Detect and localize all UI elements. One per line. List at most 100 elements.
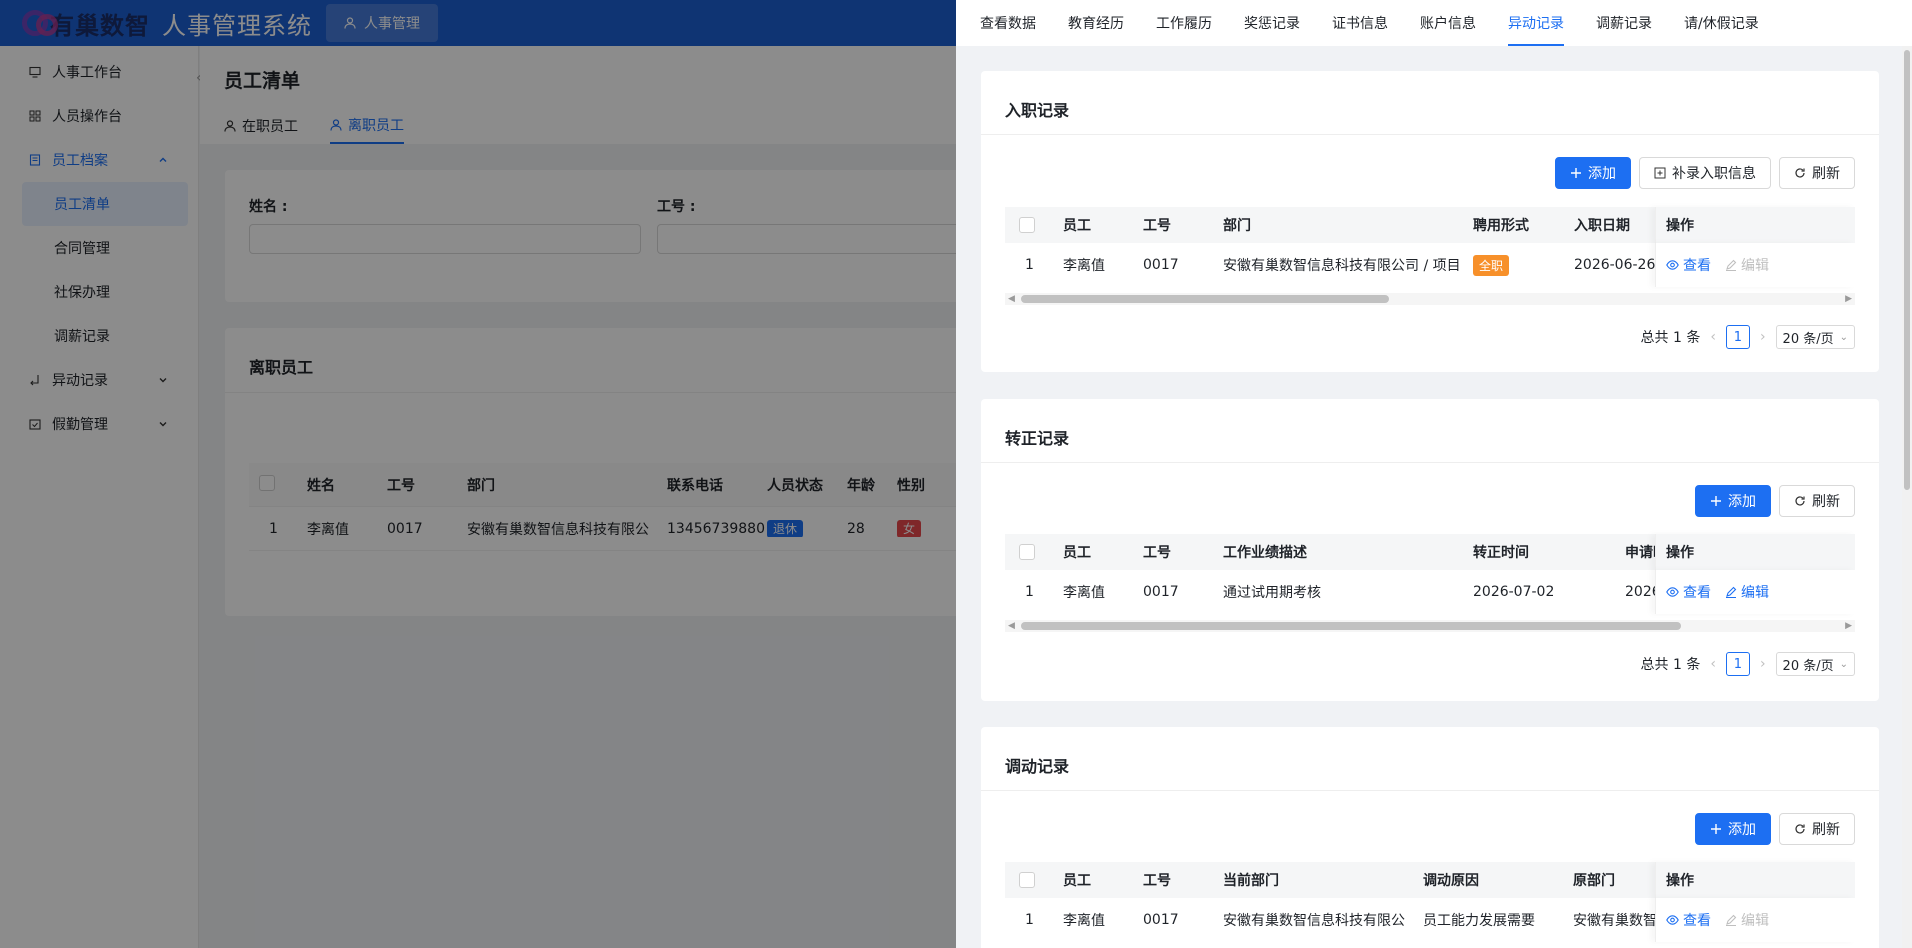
edit-link[interactable]: 编辑 xyxy=(1725,910,1769,930)
plus-icon xyxy=(1711,496,1721,506)
column-header: 工号 xyxy=(1143,534,1171,570)
column-header: 转正时间 xyxy=(1473,534,1529,570)
table-row[interactable]: 1 李离值 0017 安徽有巢数智信息科技有限公司 / 项目 全职 2026-0… xyxy=(1005,243,1855,287)
row-actions: 查看 编辑 xyxy=(1655,570,1855,614)
total-count: 总共 1 条 xyxy=(1640,330,1701,346)
plus-icon xyxy=(1571,168,1581,178)
column-header-actions: 操作 xyxy=(1655,534,1855,570)
row-actions: 查看 编辑 xyxy=(1655,898,1855,942)
transfer-section: 调动记录 添加 刷新 员工 工号 当前部门 调动原因 原部门 操作 1 李离值 … xyxy=(981,727,1879,948)
page-number[interactable]: 1 xyxy=(1725,325,1750,349)
refresh-icon xyxy=(1795,824,1805,834)
horizontal-scrollbar[interactable]: ◀ ▶ xyxy=(1005,620,1855,632)
link-label: 查看 xyxy=(1683,913,1711,929)
drawer-tabs: 查看数据 教育经历 工作履历 奖惩记录 证书信息 账户信息 异动记录 调薪记录 … xyxy=(956,0,1912,46)
scroll-thumb[interactable] xyxy=(1904,50,1910,490)
edit-icon xyxy=(1726,586,1737,598)
tab-work-history[interactable]: 工作履历 xyxy=(1156,0,1212,46)
regular-table: 员工 工号 工作业绩描述 转正时间 申请时 操作 1 李离值 0017 通过试用… xyxy=(1005,534,1855,614)
select-all-checkbox[interactable] xyxy=(1019,217,1035,233)
edit-link[interactable]: 编辑 xyxy=(1725,582,1769,602)
cell-id: 0017 xyxy=(1143,257,1179,273)
column-header-actions: 操作 xyxy=(1655,207,1855,243)
divider xyxy=(981,462,1879,463)
scroll-left-icon[interactable]: ◀ xyxy=(1008,621,1015,631)
tab-leave[interactable]: 请/休假记录 xyxy=(1684,0,1759,46)
transfer-actions: 添加 刷新 xyxy=(1695,813,1855,845)
add-button[interactable]: 添加 xyxy=(1695,813,1771,845)
button-label: 刷新 xyxy=(1812,494,1840,510)
link-label: 查看 xyxy=(1683,585,1711,601)
table-row[interactable]: 1 李离值 0017 安徽有巢数智信息科技有限公 员工能力发展需要 安徽有巢数智… xyxy=(1005,898,1855,942)
refresh-button[interactable]: 刷新 xyxy=(1779,813,1855,845)
select-all-checkbox[interactable] xyxy=(1019,544,1035,560)
cell-origin-dept: 安徽有巢数智 xyxy=(1573,913,1657,929)
scroll-left-icon[interactable]: ◀ xyxy=(1008,294,1015,304)
table-row[interactable]: 1 李离值 0017 通过试用期考核 2026-07-02 2026- 查看 编… xyxy=(1005,570,1855,614)
scroll-right-icon[interactable]: ▶ xyxy=(1845,294,1852,304)
cell-dept: 安徽有巢数智信息科技有限公司 / 项目 xyxy=(1223,258,1461,274)
column-header: 员工 xyxy=(1063,218,1091,234)
select-all-checkbox[interactable] xyxy=(1019,872,1035,888)
add-button[interactable]: 添加 xyxy=(1555,157,1631,189)
cell-employee: 李离值 xyxy=(1063,913,1105,929)
column-header: 操作 xyxy=(1666,873,1694,889)
tab-rewards[interactable]: 奖惩记录 xyxy=(1244,0,1300,46)
next-page-icon[interactable]: › xyxy=(1760,656,1766,672)
view-link[interactable]: 查看 xyxy=(1666,910,1711,930)
column-header: 工作业绩描述 xyxy=(1223,534,1307,570)
column-header: 部门 xyxy=(1223,207,1251,243)
page-size-select[interactable]: 20 条/页 ⌄ xyxy=(1775,652,1855,676)
tab-accounts[interactable]: 账户信息 xyxy=(1420,0,1476,46)
view-link[interactable]: 查看 xyxy=(1666,582,1711,602)
entry-record-section: 入职记录 添加 补录入职信息 刷新 员工 工号 部门 聘用形式 入职日期 操作 … xyxy=(981,71,1879,372)
cell-date: 2026-06-26 xyxy=(1574,257,1656,273)
column-header: 聘用形式 xyxy=(1473,207,1529,243)
add-button[interactable]: 添加 xyxy=(1695,485,1771,517)
view-link[interactable]: 查看 xyxy=(1666,255,1711,275)
page-size-value: 20 条/页 xyxy=(1782,658,1834,674)
vertical-scrollbar[interactable] xyxy=(1902,46,1912,948)
transfer-table: 员工 工号 当前部门 调动原因 原部门 操作 1 李离值 0017 安徽有巢数智… xyxy=(1005,862,1855,942)
scroll-thumb[interactable] xyxy=(1021,622,1681,630)
chevron-down-icon: ⌄ xyxy=(1839,331,1848,343)
cell-id: 0017 xyxy=(1143,912,1179,928)
refresh-button[interactable]: 刷新 xyxy=(1779,157,1855,189)
section-title: 入职记录 xyxy=(1005,101,1070,120)
page-number[interactable]: 1 xyxy=(1725,652,1750,676)
scroll-right-icon[interactable]: ▶ xyxy=(1845,621,1852,631)
prev-page-icon[interactable]: ‹ xyxy=(1710,329,1716,345)
section-title: 调动记录 xyxy=(1005,757,1070,776)
scroll-thumb[interactable] xyxy=(1021,295,1389,303)
entry-table: 员工 工号 部门 聘用形式 入职日期 操作 1 李离值 0017 安徽有巢数智信… xyxy=(1005,207,1855,287)
button-label: 添加 xyxy=(1728,494,1756,510)
supplement-entry-button[interactable]: 补录入职信息 xyxy=(1639,157,1771,189)
tab-salary[interactable]: 调薪记录 xyxy=(1596,0,1652,46)
refresh-button[interactable]: 刷新 xyxy=(1779,485,1855,517)
page-size-value: 20 条/页 xyxy=(1782,331,1834,347)
column-header: 员工 xyxy=(1063,873,1091,889)
chevron-down-icon: ⌄ xyxy=(1839,658,1848,670)
refresh-icon xyxy=(1795,168,1805,178)
employment-type-badge: 全职 xyxy=(1473,254,1510,276)
row-index: 1 xyxy=(1025,584,1034,600)
eye-icon xyxy=(1666,260,1679,270)
button-label: 刷新 xyxy=(1812,166,1840,182)
entry-actions: 添加 补录入职信息 刷新 xyxy=(1555,157,1855,189)
row-index: 1 xyxy=(1025,912,1034,928)
edit-link[interactable]: 编辑 xyxy=(1725,255,1769,275)
cell-current-dept: 安徽有巢数智信息科技有限公 xyxy=(1223,913,1405,929)
cell-id: 0017 xyxy=(1143,584,1179,600)
refresh-icon xyxy=(1795,496,1805,506)
table-header-row: 员工 工号 工作业绩描述 转正时间 申请时 操作 xyxy=(1005,534,1855,570)
drawer-mask[interactable] xyxy=(0,0,956,948)
column-header: 员工 xyxy=(1063,545,1091,561)
prev-page-icon[interactable]: ‹ xyxy=(1710,656,1716,672)
next-page-icon[interactable]: › xyxy=(1760,329,1766,345)
horizontal-scrollbar[interactable]: ◀ ▶ xyxy=(1005,293,1855,305)
page-size-select[interactable]: 20 条/页 ⌄ xyxy=(1775,325,1855,349)
tab-certificates[interactable]: 证书信息 xyxy=(1332,0,1388,46)
tab-education[interactable]: 教育经历 xyxy=(1068,0,1124,46)
tab-view-data[interactable]: 查看数据 xyxy=(980,0,1036,46)
tab-changes[interactable]: 异动记录 xyxy=(1508,0,1564,46)
